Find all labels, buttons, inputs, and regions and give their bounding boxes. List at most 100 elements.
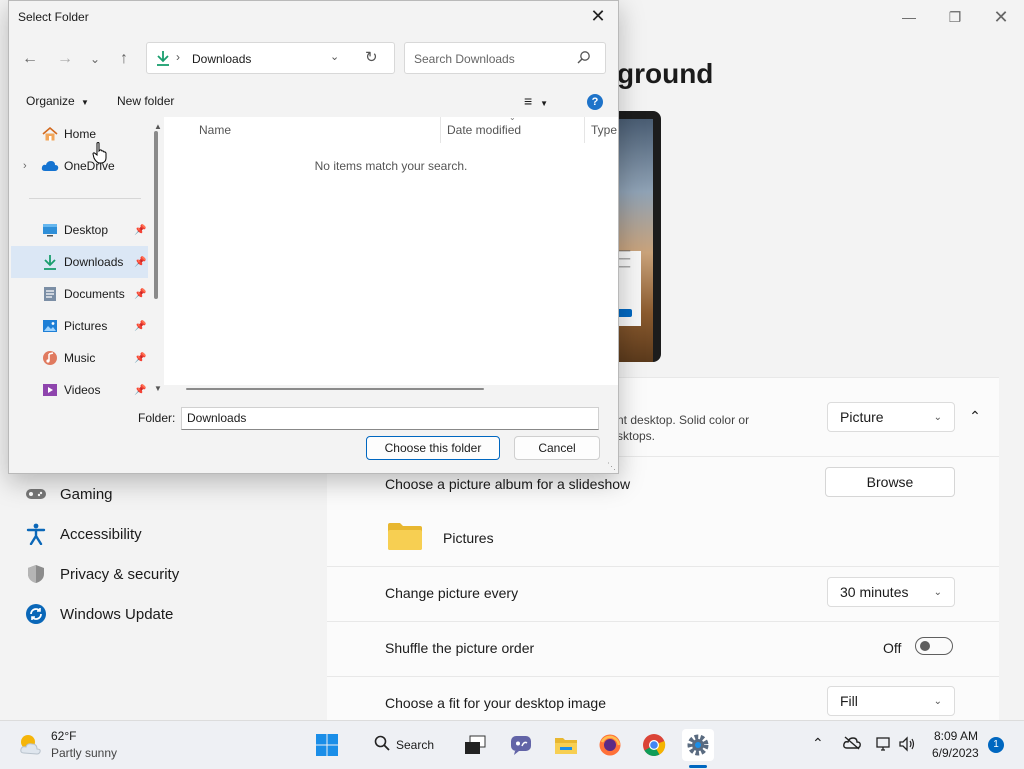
sidebar-item-downloads[interactable]: Downloads 📌 — [11, 246, 148, 278]
column-separator[interactable] — [440, 117, 441, 143]
cancel-button[interactable]: Cancel — [514, 436, 600, 460]
help-icon[interactable]: ? — [587, 94, 603, 110]
sidebar-item-music[interactable]: Music 📌 — [11, 342, 148, 374]
desktop-icon — [41, 221, 59, 239]
minimize-button[interactable]: — — [886, 6, 932, 28]
choose-folder-button[interactable]: Choose this folder — [366, 436, 500, 460]
refresh-icon[interactable]: ↻ — [365, 48, 378, 66]
download-icon — [41, 253, 59, 271]
sidebar-item-label: Home — [64, 127, 97, 141]
taskbar: 62°F Partly sunny Search ⌃ 8:09 AM 6/9/2… — [0, 720, 1024, 769]
chat-icon[interactable] — [505, 729, 537, 761]
close-icon[interactable]: ✕ — [586, 5, 610, 27]
nav-item-label: Privacy & security — [60, 565, 180, 583]
nav-item-accessibility[interactable]: Accessibility — [24, 520, 142, 548]
resize-grip-icon[interactable]: ⋱ — [607, 461, 616, 472]
sidebar-item-onedrive[interactable]: › OneDrive — [11, 150, 148, 182]
row-description-1: nt desktop. Solid color or — [617, 413, 750, 427]
recent-locations-chevron-icon[interactable]: ⌄ — [83, 49, 107, 69]
nav-item-gaming[interactable]: Gaming — [24, 480, 113, 508]
column-header-name[interactable]: Name — [199, 123, 231, 137]
navigation-pane: Home › OneDrive Desktop 📌 Downloads 📌 Do… — [9, 117, 164, 399]
search-box[interactable]: Search Downloads — [404, 42, 606, 74]
weather-temperature: 62°F — [51, 729, 77, 743]
scroll-up-arrow-icon[interactable]: ▲ — [154, 122, 162, 131]
show-hidden-icons-chevron-icon[interactable]: ⌃ — [812, 735, 824, 752]
column-header-type[interactable]: Type — [591, 123, 617, 137]
sidebar-item-label: Videos — [64, 383, 101, 397]
column-header-date[interactable]: Date modified — [447, 123, 521, 137]
maximize-button[interactable]: ❐ — [932, 6, 978, 28]
gamepad-icon — [24, 482, 48, 506]
toggle-knob — [920, 641, 930, 651]
background-type-dropdown[interactable]: Picture ⌄ — [827, 402, 955, 432]
sidebar-item-label: Downloads — [64, 255, 124, 269]
shield-icon — [24, 562, 48, 586]
chevron-down-icon: ⌄ — [933, 586, 942, 598]
network-icon[interactable] — [875, 736, 893, 757]
sidebar-item-label: Music — [64, 351, 96, 365]
page-title: ground — [617, 58, 714, 89]
pin-icon: 📌 — [134, 288, 147, 300]
nav-item-privacy[interactable]: Privacy & security — [24, 560, 179, 588]
task-view-icon[interactable] — [459, 729, 491, 761]
video-icon — [41, 381, 59, 399]
sidebar-divider — [29, 198, 141, 199]
chrome-icon[interactable] — [638, 729, 670, 761]
sidebar-item-documents[interactable]: Documents 📌 — [11, 278, 148, 310]
dropdown-value: Picture — [840, 409, 884, 425]
shuffle-state: Off — [883, 640, 902, 656]
address-bar[interactable]: › Downloads ⌄ ↻ — [146, 42, 395, 74]
sidebar-item-label: Pictures — [64, 319, 108, 333]
weather-icon[interactable] — [16, 731, 44, 759]
chevron-down-icon: ⌄ — [933, 411, 942, 423]
pin-icon: 📌 — [134, 352, 147, 364]
chevron-down-icon: ▼ — [81, 98, 89, 107]
firefox-icon[interactable] — [594, 729, 626, 761]
change-picture-row: Change picture every 30 minutes ⌄ — [327, 566, 999, 621]
browse-button[interactable]: Browse — [825, 467, 955, 497]
row-description-2: sktops. — [617, 429, 656, 443]
horizontal-scrollbar[interactable] — [186, 388, 484, 390]
clock-time[interactable]: 8:09 AM — [934, 729, 978, 743]
settings-gear-icon[interactable] — [682, 729, 714, 761]
column-separator[interactable] — [584, 117, 585, 143]
forward-arrow-icon[interactable]: → — [53, 49, 77, 69]
update-icon — [24, 602, 48, 626]
folder-name-input[interactable]: Downloads — [181, 407, 599, 430]
volume-icon[interactable] — [898, 736, 916, 757]
navigation-scrollbar[interactable] — [154, 131, 158, 299]
sidebar-item-videos[interactable]: Videos 📌 — [11, 374, 148, 399]
clock-date[interactable]: 6/9/2023 — [932, 746, 979, 760]
back-arrow-icon[interactable]: ← — [18, 49, 42, 69]
shuffle-toggle[interactable] — [915, 637, 953, 655]
notification-badge[interactable]: 1 — [988, 737, 1004, 753]
onedrive-offline-icon[interactable] — [843, 736, 861, 755]
search-input[interactable]: Search Downloads — [414, 52, 515, 66]
sidebar-item-label: Documents — [64, 287, 125, 301]
search-button[interactable]: Search — [366, 731, 448, 759]
file-explorer-icon[interactable] — [550, 729, 582, 761]
close-window-button[interactable]: ✕ — [978, 6, 1024, 28]
scroll-down-arrow-icon[interactable]: ▼ — [154, 384, 162, 393]
sidebar-item-pictures[interactable]: Pictures 📌 — [11, 310, 148, 342]
sidebar-item-desktop[interactable]: Desktop 📌 — [11, 214, 148, 246]
sidebar-item-home[interactable]: Home — [11, 118, 148, 150]
new-folder-button[interactable]: New folder — [117, 94, 174, 108]
chevron-up-icon[interactable]: ⌃ — [967, 408, 983, 424]
dropdown-value: Fill — [840, 693, 858, 709]
organize-label: Organize — [26, 94, 75, 108]
up-arrow-icon[interactable]: ↑ — [112, 49, 136, 69]
address-dropdown-icon[interactable]: ⌄ — [330, 50, 339, 63]
expand-chevron-icon[interactable]: › — [23, 160, 27, 172]
fit-dropdown[interactable]: Fill ⌄ — [827, 686, 955, 716]
picture-icon — [41, 317, 59, 335]
view-options-icon[interactable]: ≡ ▼ — [524, 93, 548, 109]
organize-button[interactable]: Organize ▼ — [26, 94, 89, 108]
dialog-title: Select Folder — [18, 10, 89, 24]
breadcrumb-separator-icon: › — [176, 50, 180, 64]
start-icon[interactable] — [311, 729, 343, 761]
nav-item-windows-update[interactable]: Windows Update — [24, 600, 173, 628]
change-interval-dropdown[interactable]: 30 minutes ⌄ — [827, 577, 955, 607]
nav-item-label: Windows Update — [60, 605, 174, 623]
